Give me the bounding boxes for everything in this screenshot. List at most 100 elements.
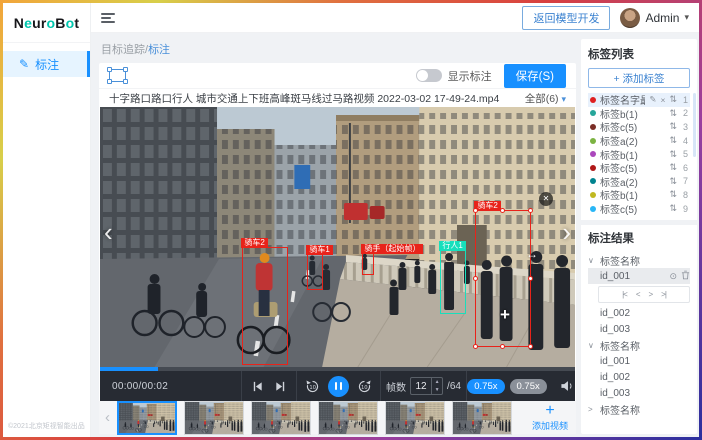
brand-logo: NeuroBot [3, 3, 90, 43]
save-button[interactable]: 保存(S) [504, 64, 566, 88]
sort-icon[interactable]: ⇅ [669, 149, 677, 160]
tag-row[interactable]: 标签b(1)⇅8 [588, 188, 690, 202]
sort-icon[interactable]: ⇅ [669, 189, 677, 200]
resize-handle[interactable] [473, 344, 478, 349]
back-to-model-dev-button[interactable]: 返回模型开发 [522, 6, 610, 30]
next-video-chevron[interactable]: › [562, 219, 571, 245]
crosshair-cursor: + [500, 305, 510, 325]
tag-color-dot [590, 151, 596, 157]
forward-10-icon[interactable]: 10 [357, 379, 372, 394]
sort-icon[interactable]: ⇅ [669, 121, 677, 132]
tag-row[interactable]: 标签c(5)⇅3 [588, 120, 690, 134]
show-annotation-label: 显示标注 [448, 68, 492, 84]
filter-dropdown[interactable]: 全部(6) ▾ [525, 91, 566, 106]
video-player[interactable]: 骑车2 骑车1 骑手（起始帧） 行人1 骑车2 ✕ + ↔ ‹ [100, 107, 575, 367]
result-item[interactable]: id_002 [588, 369, 690, 385]
tag-row[interactable]: 标签c(5)⇅9 [588, 202, 690, 216]
bbox-pedestrian1[interactable]: 行人1 [440, 250, 466, 314]
tag-row[interactable]: 标签名字最长数... ✎ × ⇅ 1 [588, 93, 690, 107]
result-item-selected[interactable]: id_001⊙ [588, 268, 690, 284]
rewind-10-icon[interactable]: 10 [305, 379, 320, 394]
thumbnail-strip: ‹ + 添加视频 › [99, 401, 576, 434]
prev-frame-icon[interactable]: < [636, 290, 640, 299]
add-video-button[interactable]: + 添加视频 [519, 399, 581, 437]
copyright-text: ©2021北京矩视智能出品 [8, 421, 85, 431]
bbox-rider2-selected[interactable]: 骑车2 [475, 210, 531, 347]
annotation-card: 显示标注 保存(S) 十字路口路口行人 城市交通上下班高峰斑马线过马路视频 20… [99, 63, 576, 434]
sort-icon[interactable]: ⇅ [669, 203, 677, 214]
video-thumbnail-1[interactable] [117, 401, 177, 435]
section-divider [581, 220, 697, 225]
next-frame-icon[interactable]: > [649, 290, 653, 299]
trash-icon[interactable] [681, 270, 690, 282]
resize-handle[interactable] [473, 208, 478, 213]
frame-number-value: 12 [411, 378, 431, 394]
annotation-toolbar: 显示标注 保存(S) [99, 63, 576, 89]
delete-tag-icon[interactable]: × [660, 95, 665, 105]
caret-down-icon: ∨ [588, 341, 596, 350]
resize-handle[interactable] [528, 208, 533, 213]
video-thumbnail-5[interactable] [385, 401, 445, 435]
locate-frame-icon[interactable]: ⊙ [669, 271, 677, 282]
strip-prev-chevron[interactable]: ‹ [105, 409, 110, 426]
collapse-menu-icon[interactable] [101, 11, 115, 25]
result-item[interactable]: id_002 [588, 305, 690, 321]
edit-tag-icon[interactable]: ✎ [649, 94, 656, 105]
volume-icon[interactable] [560, 380, 575, 392]
resize-handle[interactable] [528, 276, 533, 281]
sort-icon[interactable]: ⇅ [669, 135, 677, 146]
scrollbar-thumb[interactable] [693, 93, 696, 157]
result-item[interactable]: id_001 [588, 353, 690, 369]
first-frame-icon[interactable]: |< [622, 290, 627, 299]
spinner-down-icon[interactable]: ▼ [432, 386, 442, 394]
speed-pill-inactive[interactable]: 0.75x [510, 379, 547, 394]
pause-button[interactable] [328, 376, 349, 397]
resize-handle[interactable] [500, 208, 505, 213]
bbox-rider1[interactable]: 骑车1 [307, 254, 323, 290]
breadcrumb-parent[interactable]: 目标追踪 [101, 44, 145, 56]
result-group-header[interactable]: >标签名称 [588, 401, 690, 417]
sort-icon[interactable]: ⇅ [669, 108, 677, 119]
speed-pill-active[interactable]: 0.75x [467, 379, 504, 394]
result-group-header[interactable]: ∨标签名称 [588, 337, 690, 353]
show-annotation-toggle[interactable] [416, 69, 442, 82]
next-frame-icon[interactable] [274, 380, 287, 393]
resize-handle[interactable] [500, 344, 505, 349]
delete-box-icon[interactable]: ✕ [539, 192, 553, 206]
logo-part: o [47, 15, 56, 31]
sidebar-item-annotate[interactable]: ✎ 标注 [3, 51, 90, 77]
tag-row[interactable]: 标签a(2)⇅4 [588, 134, 690, 148]
tag-row[interactable]: 标签b(1)⇅2 [588, 107, 690, 121]
last-frame-icon[interactable]: >| [661, 290, 666, 299]
prev-frame-icon[interactable] [251, 380, 264, 393]
user-menu[interactable]: Admin ▾ [620, 8, 689, 28]
sort-icon[interactable]: ⇅ [669, 162, 677, 173]
rect-box-tool-icon[interactable] [109, 69, 126, 82]
chevron-down-icon: ▾ [684, 12, 689, 23]
tag-row[interactable]: 标签b(1)⇅5 [588, 147, 690, 161]
tag-list: 标签名字最长数... ✎ × ⇅ 1 标签b(1)⇅2 标签c(5)⇅3 标签a… [588, 93, 690, 215]
video-thumbnail-6[interactable] [452, 401, 512, 435]
video-thumbnail-3[interactable] [251, 401, 311, 435]
video-thumbnail-2[interactable] [184, 401, 244, 435]
result-group: >标签名称 [588, 401, 690, 417]
prev-video-chevron[interactable]: ‹ [104, 219, 113, 245]
add-tag-button[interactable]: + 添加标签 [588, 68, 690, 88]
spinner-up-icon[interactable]: ▲ [432, 378, 442, 386]
bbox-rider2[interactable]: 骑车2 [242, 247, 288, 365]
bbox-label: 骑车2 [241, 238, 267, 248]
resize-handle[interactable] [473, 276, 478, 281]
time-display: 00:00/00:02 [112, 381, 168, 392]
frame-number-input[interactable]: 12 ▲▼ [410, 377, 443, 395]
result-group-header[interactable]: ∨标签名称 [588, 252, 690, 268]
result-item[interactable]: id_003 [588, 321, 690, 337]
sort-icon[interactable]: ⇅ [669, 94, 677, 105]
result-item[interactable]: id_003 [588, 385, 690, 401]
tag-row[interactable]: 标签a(2)⇅7 [588, 175, 690, 189]
tag-row[interactable]: 标签c(5)⇅6 [588, 161, 690, 175]
bbox-rider-startframe[interactable]: 骑手（起始帧） [362, 253, 374, 275]
video-thumbnail-4[interactable] [318, 401, 378, 435]
sort-icon[interactable]: ⇅ [669, 176, 677, 187]
resize-handle[interactable] [528, 344, 533, 349]
tag-color-dot [590, 97, 596, 103]
